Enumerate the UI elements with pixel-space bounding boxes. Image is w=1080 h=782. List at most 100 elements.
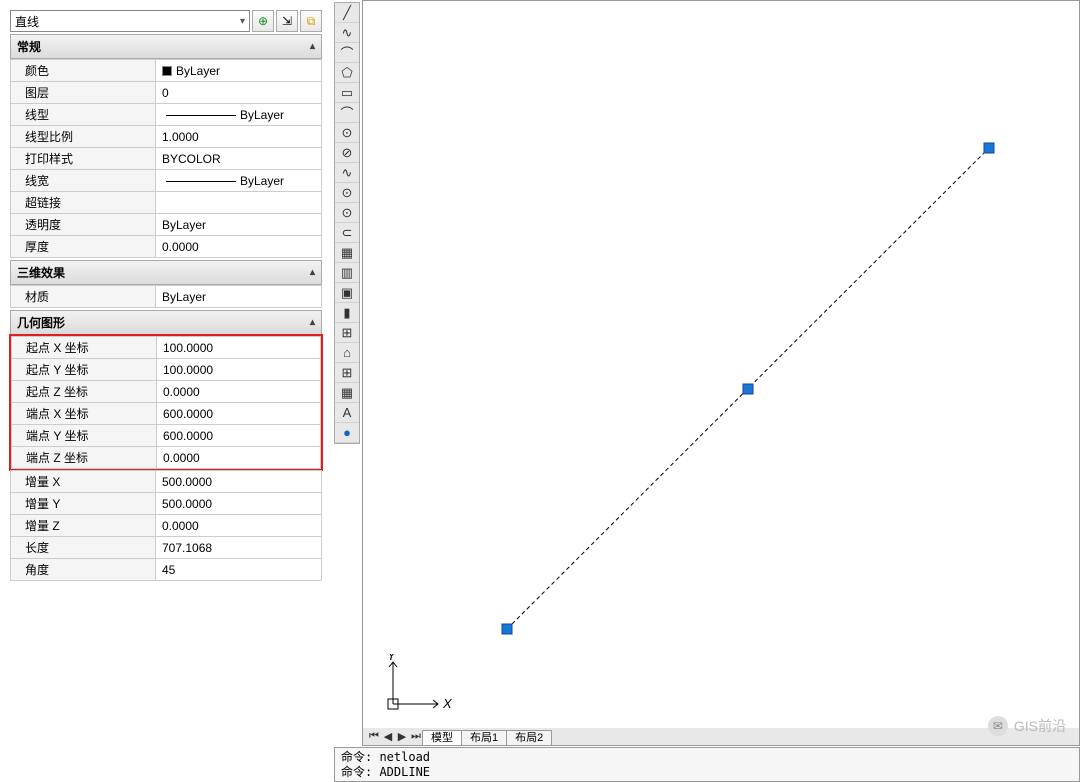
draw-tool-0[interactable]: ╱: [335, 3, 359, 23]
prop-value[interactable]: 100.0000: [157, 359, 321, 381]
prop-value[interactable]: 600.0000: [157, 425, 321, 447]
draw-toolbar: ╱∿⌒⬠▭⌒⊙⊘∿⊙⊙⊂▦▥▣▮⊞⌂⊞▦A●: [334, 2, 360, 444]
grip-handle-0[interactable]: [502, 624, 512, 634]
draw-tool-6[interactable]: ⊙: [335, 123, 359, 143]
prop-label: 起点 X 坐标: [12, 337, 157, 359]
draw-tool-11[interactable]: ⊂: [335, 223, 359, 243]
tab-nav-last[interactable]: ⏭: [409, 730, 423, 743]
prop-label: 起点 Z 坐标: [12, 381, 157, 403]
draw-tool-19[interactable]: ▦: [335, 383, 359, 403]
prop-value[interactable]: ByLayer: [156, 170, 322, 192]
prop-value[interactable]: 0.0000: [156, 515, 322, 537]
entity-type-select[interactable]: 直线 ▾: [10, 10, 250, 32]
grip-handle-2[interactable]: [984, 143, 994, 153]
draw-tool-1[interactable]: ∿: [335, 23, 359, 43]
prop-row[interactable]: 角度45: [11, 559, 322, 581]
prop-value[interactable]: 1.0000: [156, 126, 322, 148]
draw-tool-15[interactable]: ▮: [335, 303, 359, 323]
pick-add-button[interactable]: ⇲: [276, 10, 298, 32]
grip-handle-1[interactable]: [743, 384, 753, 394]
prop-label: 增量 X: [11, 471, 156, 493]
prop-value[interactable]: 0.0000: [157, 447, 321, 469]
collapse-icon: ▴: [310, 317, 315, 328]
draw-tool-17[interactable]: ⌂: [335, 343, 359, 363]
prop-row[interactable]: 起点 X 坐标100.0000: [12, 337, 321, 359]
prop-row[interactable]: 增量 Z0.0000: [11, 515, 322, 537]
prop-row[interactable]: 起点 Z 坐标0.0000: [12, 381, 321, 403]
prop-row[interactable]: 端点 X 坐标600.0000: [12, 403, 321, 425]
quick-select-icon: ⊕: [258, 14, 268, 28]
section-title: 常规: [17, 38, 41, 55]
collapse-icon: ▴: [310, 267, 315, 278]
prop-row[interactable]: 超链接: [11, 192, 322, 214]
layout-tab-2[interactable]: 布局2: [506, 730, 552, 745]
prop-label: 端点 X 坐标: [12, 403, 157, 425]
prop-label: 线型: [11, 104, 156, 126]
watermark-text: GIS前沿: [1014, 716, 1066, 736]
prop-row[interactable]: 起点 Y 坐标100.0000: [12, 359, 321, 381]
prop-value[interactable]: 500.0000: [156, 493, 322, 515]
draw-tool-3[interactable]: ⬠: [335, 63, 359, 83]
draw-tool-5[interactable]: ⌒: [335, 103, 359, 123]
draw-tool-4[interactable]: ▭: [335, 83, 359, 103]
prop-label: 线宽: [11, 170, 156, 192]
draw-tool-8[interactable]: ∿: [335, 163, 359, 183]
prop-value[interactable]: 600.0000: [157, 403, 321, 425]
chevron-down-icon: ▾: [240, 16, 245, 27]
prop-value[interactable]: ByLayer: [156, 286, 322, 308]
prop-value[interactable]: ByLayer: [156, 214, 322, 236]
prop-value[interactable]: 0.0000: [156, 236, 322, 258]
prop-row[interactable]: 厚度0.0000: [11, 236, 322, 258]
prop-value[interactable]: 707.1068: [156, 537, 322, 559]
prop-value[interactable]: 0.0000: [157, 381, 321, 403]
prop-label: 角度: [11, 559, 156, 581]
command-window[interactable]: 命令: netload 命令: ADDLINE: [334, 747, 1080, 782]
quick-select-button[interactable]: ⊕: [252, 10, 274, 32]
draw-tool-14[interactable]: ▣: [335, 283, 359, 303]
filter-button[interactable]: ⧉: [300, 10, 322, 32]
prop-row[interactable]: 图层0: [11, 82, 322, 104]
draw-tool-18[interactable]: ⊞: [335, 363, 359, 383]
prop-row[interactable]: 线型ByLayer: [11, 104, 322, 126]
tab-nav-first[interactable]: ⏮: [367, 730, 381, 743]
draw-tool-20[interactable]: A: [335, 403, 359, 423]
drawing-canvas[interactable]: [362, 0, 1080, 730]
section-title: 几何图形: [17, 314, 65, 331]
draw-tool-10[interactable]: ⊙: [335, 203, 359, 223]
layout-tab-1[interactable]: 布局1: [461, 730, 507, 745]
prop-row[interactable]: 增量 Y500.0000: [11, 493, 322, 515]
draw-tool-9[interactable]: ⊙: [335, 183, 359, 203]
tab-nav-next[interactable]: ▶: [395, 730, 409, 743]
prop-value[interactable]: ByLayer: [156, 104, 322, 126]
prop-row[interactable]: 打印样式BYCOLOR: [11, 148, 322, 170]
draw-tool-7[interactable]: ⊘: [335, 143, 359, 163]
prop-row[interactable]: 端点 Z 坐标0.0000: [12, 447, 321, 469]
draw-tool-21[interactable]: ●: [335, 423, 359, 443]
prop-row[interactable]: 端点 Y 坐标600.0000: [12, 425, 321, 447]
draw-tool-2[interactable]: ⌒: [335, 43, 359, 63]
prop-value[interactable]: 0: [156, 82, 322, 104]
prop-value[interactable]: 500.0000: [156, 471, 322, 493]
prop-value[interactable]: [156, 192, 322, 214]
prop-value[interactable]: BYCOLOR: [156, 148, 322, 170]
prop-value[interactable]: ByLayer: [156, 60, 322, 82]
prop-value[interactable]: 45: [156, 559, 322, 581]
layout-tab-0[interactable]: 模型: [422, 730, 462, 745]
prop-row[interactable]: 长度707.1068: [11, 537, 322, 559]
draw-tool-13[interactable]: ▥: [335, 263, 359, 283]
properties-panel: 直线 ▾ ⊕ ⇲ ⧉ 常规 ▴ 颜色ByLayer图层0线型ByLayer线型比…: [10, 10, 322, 581]
prop-row[interactable]: 材质ByLayer: [11, 286, 322, 308]
tab-nav-prev[interactable]: ◀: [381, 730, 395, 743]
section-header-geometry[interactable]: 几何图形 ▴: [10, 310, 322, 335]
prop-row[interactable]: 增量 X500.0000: [11, 471, 322, 493]
prop-row[interactable]: 线宽ByLayer: [11, 170, 322, 192]
section-header-3d[interactable]: 三维效果 ▴: [10, 260, 322, 285]
prop-label: 起点 Y 坐标: [12, 359, 157, 381]
section-header-general[interactable]: 常规 ▴: [10, 34, 322, 59]
draw-tool-12[interactable]: ▦: [335, 243, 359, 263]
prop-value[interactable]: 100.0000: [157, 337, 321, 359]
draw-tool-16[interactable]: ⊞: [335, 323, 359, 343]
prop-row[interactable]: 颜色ByLayer: [11, 60, 322, 82]
prop-row[interactable]: 线型比例1.0000: [11, 126, 322, 148]
prop-row[interactable]: 透明度ByLayer: [11, 214, 322, 236]
